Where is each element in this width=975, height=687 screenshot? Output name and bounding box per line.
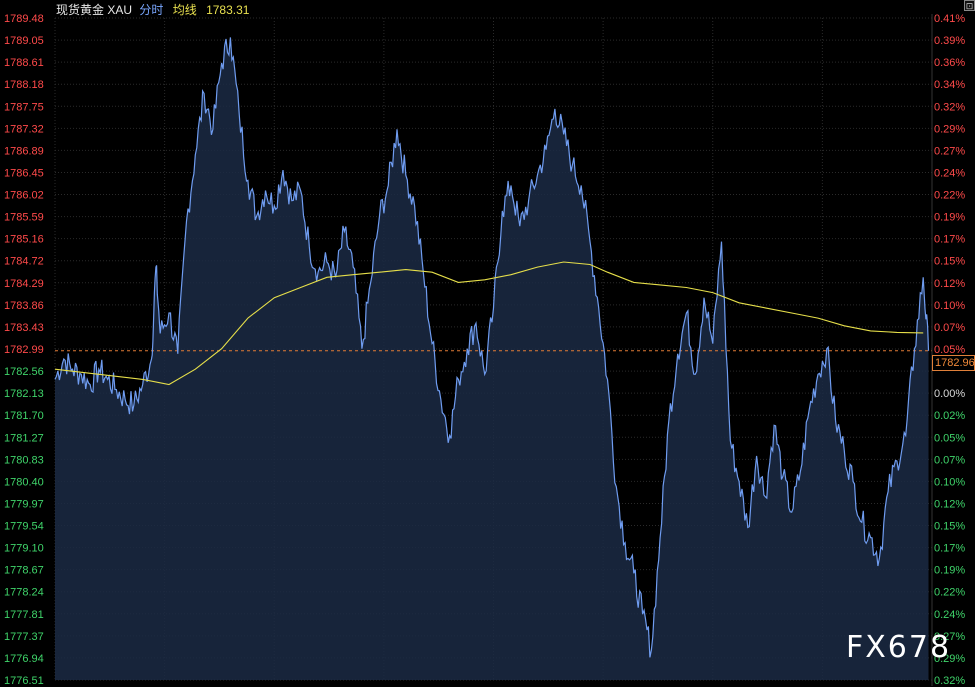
- price-tick-label: 1777.81: [4, 609, 44, 621]
- mode-tab-intraday[interactable]: 分时: [139, 3, 163, 17]
- price-tick-label: 1782.56: [4, 366, 44, 378]
- price-tick-label: 1784.29: [4, 278, 44, 290]
- percent-tick-label: 0.07%: [934, 322, 965, 334]
- price-tick-label: 1789.05: [4, 35, 44, 47]
- average-value: 1783.31: [206, 3, 250, 17]
- price-tick-label: 1779.54: [4, 521, 44, 533]
- price-tick-label: 1776.94: [4, 653, 44, 665]
- price-tick-label: 1782.13: [4, 388, 44, 400]
- price-tick-label: 1785.59: [4, 212, 44, 224]
- price-chart: 1789.48 1789.05 1788.61 1788.18 1787.75 1787.…: [4, 13, 965, 687]
- price-axis: 1789.48 1789.05 1788.61 1788.18 1787.75 1787.…: [4, 13, 44, 687]
- percent-tick-label: 0.39%: [934, 35, 965, 47]
- price-tick-label: 1778.24: [4, 587, 44, 599]
- percent-tick-label: 0.05%: [934, 432, 965, 444]
- percent-tick-label: 0.15%: [934, 521, 965, 533]
- price-tick-label: 1786.02: [4, 190, 44, 202]
- price-tick-label: 1786.45: [4, 167, 44, 179]
- price-tick-label: 1776.51: [4, 675, 44, 687]
- price-tick-label: 1783.43: [4, 322, 44, 334]
- percent-tick-label: 0.17%: [934, 234, 965, 246]
- percent-tick-label: 0.15%: [934, 256, 965, 268]
- symbol-label: 现货黄金 XAU: [56, 3, 133, 17]
- percent-tick-label: 0.36%: [934, 57, 965, 69]
- price-tick-label: 1788.18: [4, 79, 44, 91]
- percent-tick-label: 0.27%: [934, 145, 965, 157]
- percent-tick-label: 0.12%: [934, 278, 965, 290]
- percent-tick-label: 0.10%: [934, 300, 965, 312]
- price-tick-label: 1779.97: [4, 498, 44, 510]
- price-tick-label: 1779.10: [4, 543, 44, 555]
- percent-tick-label: 0.12%: [934, 498, 965, 510]
- watermark: FX678: [846, 630, 952, 665]
- price-tick-label: 1786.89: [4, 145, 44, 157]
- percent-tick-label: 0.17%: [934, 543, 965, 555]
- percent-tick-label: 0.19%: [934, 212, 965, 224]
- percent-tick-label: 0.00%: [934, 388, 965, 400]
- price-tick-label: 1778.67: [4, 565, 44, 577]
- chart-header: 现货黄金 XAU 分时 均线 1783.31: [56, 1, 249, 18]
- price-tick-label: 1787.75: [4, 101, 44, 113]
- percent-tick-label: 0.22%: [934, 587, 965, 599]
- percent-tick-label: 0.32%: [934, 675, 965, 687]
- price-tick-label: 1783.86: [4, 300, 44, 312]
- price-tick-label: 1780.83: [4, 454, 44, 466]
- price-tick-label: 1781.27: [4, 432, 44, 444]
- current-price-badge: 1782.96: [932, 355, 975, 371]
- percent-tick-label: 0.22%: [934, 190, 965, 202]
- percent-tick-label: 0.24%: [934, 167, 965, 179]
- price-tick-label: 1789.48: [4, 13, 44, 25]
- percent-axis: 0.41% 0.39% 0.36% 0.34% 0.32% 0.29% 0.27% 0.24%…: [931, 13, 965, 687]
- price-tick-label: 1784.72: [4, 256, 44, 268]
- percent-tick-label: 0.29%: [934, 123, 965, 135]
- percent-tick-label: 0.32%: [934, 101, 965, 113]
- expand-icon[interactable]: ⊡: [964, 0, 975, 11]
- price-area-fill: [55, 37, 929, 680]
- price-tick-label: 1781.70: [4, 410, 44, 422]
- average-label: 均线: [172, 3, 197, 17]
- percent-tick-label: 0.41%: [934, 13, 965, 25]
- percent-tick-label: 0.10%: [934, 476, 965, 488]
- percent-tick-label: 0.34%: [934, 79, 965, 91]
- price-tick-label: 1782.99: [4, 344, 44, 356]
- price-tick-label: 1788.61: [4, 57, 44, 69]
- price-tick-label: 1777.37: [4, 631, 44, 643]
- price-tick-label: 1780.40: [4, 476, 44, 488]
- percent-tick-label: 0.02%: [934, 410, 965, 422]
- percent-tick-label: 0.24%: [934, 609, 965, 621]
- price-tick-label: 1785.16: [4, 234, 44, 246]
- price-tick-label: 1787.32: [4, 123, 44, 135]
- percent-tick-label: 0.19%: [934, 565, 965, 577]
- percent-tick-label: 0.07%: [934, 454, 965, 466]
